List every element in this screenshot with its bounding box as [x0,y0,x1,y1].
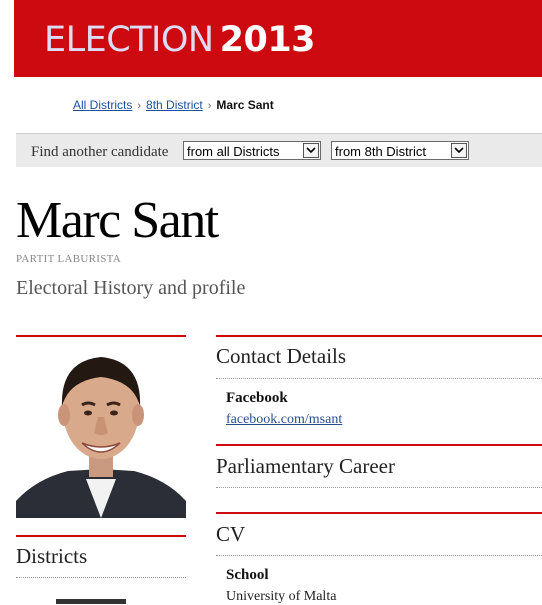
left-divider-red-2 [16,535,186,537]
all-districts-select-value: from all Districts [187,144,280,159]
banner-word: ELECTION [44,20,214,60]
facebook-label: Facebook [226,390,288,406]
banner-year: 2013 [219,20,316,60]
election-banner[interactable]: ELECTION 2013 [14,0,542,77]
all-districts-select[interactable]: from all Districts [183,141,321,160]
contact-divider-dotted [216,378,542,379]
candidate-photo [16,351,186,518]
breadcrumb-current: Marc Sant [216,98,274,112]
breadcrumb: All Districts › 8th District › Marc Sant [73,97,274,114]
districts-heading: Districts [16,544,88,568]
career-divider-dotted [216,487,542,488]
find-candidate-label: Find another candidate [31,144,169,160]
chevron-right-icon: › [137,100,142,112]
district-bar [56,599,126,604]
chevron-down-icon[interactable] [451,143,467,158]
profile-subtitle: Electoral History and profile [16,277,246,299]
chevron-down-icon[interactable] [303,143,319,158]
cv-divider-dotted [216,555,542,556]
school-value: University of Malta [226,589,337,604]
find-candidate-bar: Find another candidate from all District… [16,133,542,167]
chevron-right-icon: › [207,100,212,112]
candidate-party: PARTIT LABURISTA [16,253,122,265]
career-divider-red [216,444,542,446]
cv-heading: CV [216,522,246,546]
breadcrumb-all-districts[interactable]: All Districts [73,98,132,112]
contact-details-heading: Contact Details [216,344,347,368]
candidate-name: Marc Sant [16,192,219,249]
parliamentary-career-heading: Parliamentary Career [216,454,395,478]
cv-divider-red [216,512,542,514]
district-select-value: from 8th District [335,144,427,159]
contact-divider-red [216,335,542,337]
school-label: School [226,567,269,583]
banner-title: ELECTION 2013 [44,19,316,61]
breadcrumb-8th-district[interactable]: 8th District [146,98,203,112]
district-select[interactable]: from 8th District [331,141,469,160]
left-divider-red [16,335,186,337]
facebook-link[interactable]: facebook.com/msant [226,412,342,428]
districts-divider [16,577,186,578]
